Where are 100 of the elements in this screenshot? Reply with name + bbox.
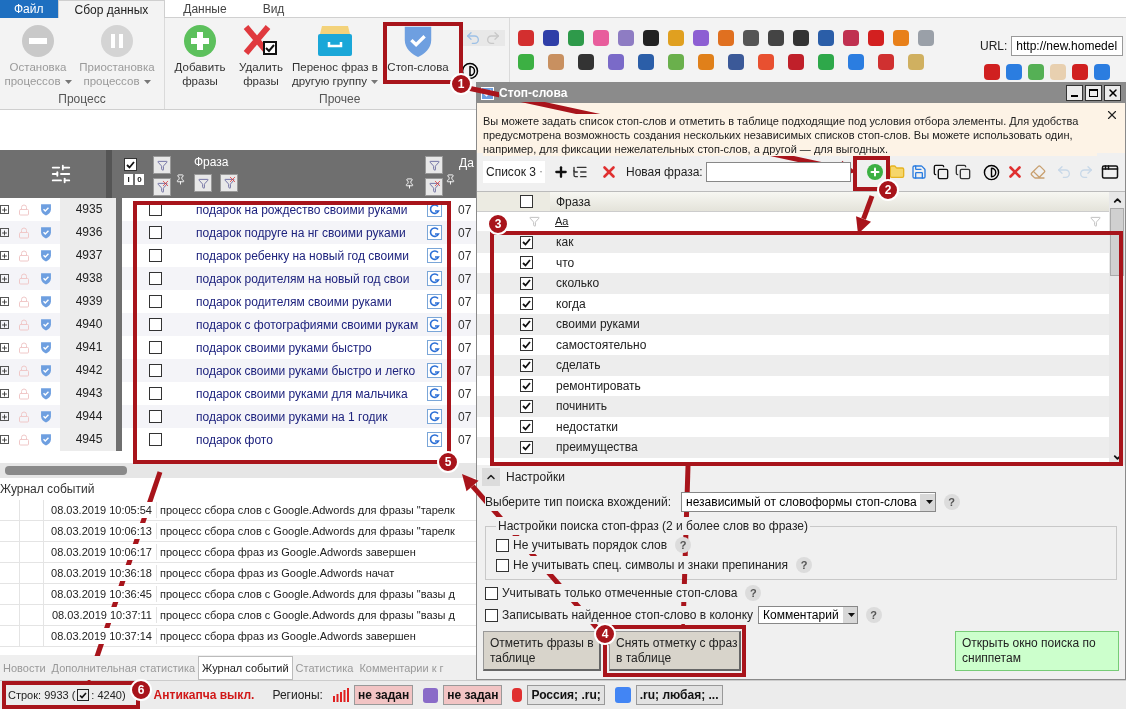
checkbox[interactable] (149, 364, 162, 377)
filter-icon[interactable] (153, 156, 171, 174)
ribbon-button[interactable]: Добавить фразы (169, 22, 231, 88)
checkbox[interactable] (520, 338, 533, 352)
expand-icon[interactable] (0, 389, 9, 398)
checkbox[interactable] (149, 387, 162, 400)
checkbox[interactable] (149, 318, 162, 331)
checkbox[interactable] (520, 297, 533, 311)
expand-icon[interactable] (0, 205, 9, 214)
ribbon-button[interactable]: Перенос фраз в другую группу (291, 22, 379, 88)
list-row[interactable]: починить (477, 396, 1109, 417)
menu-tab[interactable]: Файл (0, 0, 58, 18)
help-icon[interactable]: ? (865, 607, 882, 623)
checkbox[interactable] (520, 420, 533, 434)
tree-icon[interactable] (572, 164, 588, 180)
delete-icon[interactable] (600, 163, 618, 181)
save-icon[interactable] (911, 164, 927, 180)
mark-button[interactable]: 0 (135, 174, 144, 185)
tool-icon[interactable] (728, 54, 744, 70)
checkbox[interactable] (485, 586, 498, 600)
new-phrase-field[interactable] (706, 162, 851, 182)
expand-icon[interactable] (0, 366, 9, 375)
checkbox[interactable] (149, 410, 162, 423)
expand-icon[interactable] (0, 297, 9, 306)
region-tag[interactable]: Россия; .ru; (527, 685, 605, 705)
contrast-icon[interactable] (461, 62, 479, 80)
filter-clear-icon[interactable] (220, 174, 238, 192)
expand-icon[interactable] (0, 412, 9, 421)
settings-icon[interactable] (50, 163, 72, 185)
dialog-button[interactable]: Отметить фразы в таблице (483, 631, 601, 671)
help-icon[interactable]: ? (745, 585, 762, 601)
checkbox[interactable] (496, 558, 509, 572)
help-icon[interactable]: ? (943, 494, 960, 510)
column-select[interactable]: Комментарий (758, 606, 858, 624)
check-all-icon[interactable] (124, 158, 137, 171)
menu-tab[interactable]: Вид (244, 0, 303, 18)
menu-tab[interactable]: Данные (165, 0, 245, 18)
checkbox[interactable] (149, 295, 162, 308)
help-icon[interactable]: ? (796, 557, 813, 573)
select-all-checkbox[interactable] (520, 195, 533, 208)
table-row[interactable]: 4942 подарок своими руками быстро и легко 07 (0, 359, 476, 382)
table-row[interactable]: 4938 подарок родителям на новый год свои 07 (0, 267, 476, 290)
checkbox[interactable] (520, 276, 533, 290)
expand-icon[interactable] (0, 320, 9, 329)
minimize-button[interactable] (1066, 85, 1083, 101)
list-row[interactable]: сколько (477, 273, 1109, 294)
search-type-select[interactable]: независимый от словоформы стоп-слова (681, 492, 936, 512)
folder-icon[interactable] (889, 164, 905, 180)
filter-icon[interactable] (194, 174, 212, 192)
checkbox[interactable] (485, 608, 498, 622)
expand-icon[interactable] (0, 435, 9, 444)
tool-icon[interactable] (643, 30, 659, 46)
pin-icon[interactable] (404, 178, 415, 189)
scroll-thumb[interactable] (5, 466, 127, 475)
expand-icon[interactable] (0, 343, 9, 352)
checkbox[interactable] (520, 235, 533, 249)
tool-icon[interactable] (788, 54, 804, 70)
menu-tab[interactable]: Сбор данных (57, 0, 166, 18)
tool-icon[interactable] (793, 30, 809, 46)
filter-clear-icon[interactable] (153, 178, 171, 196)
checkbox[interactable] (149, 341, 162, 354)
pin-icon[interactable] (445, 174, 456, 185)
tool-icon[interactable] (818, 30, 834, 46)
checkbox[interactable] (520, 399, 533, 413)
settings-toggle[interactable]: Настройки (482, 468, 565, 486)
expand-icon[interactable] (0, 274, 9, 283)
checkbox[interactable] (520, 317, 533, 331)
list-row[interactable]: сделать (477, 355, 1109, 376)
expand-icon[interactable] (0, 228, 9, 237)
window-icon[interactable] (1101, 163, 1119, 181)
checkbox[interactable] (149, 272, 162, 285)
ribbon-button[interactable]: Удалить фразы (233, 22, 289, 88)
copy-icon[interactable] (955, 164, 971, 180)
filter-icon[interactable] (425, 156, 443, 174)
eraser-icon[interactable] (1030, 164, 1046, 180)
checkbox[interactable] (149, 433, 162, 446)
panel-tab[interactable]: Журнал событий (198, 656, 293, 680)
mark-button[interactable]: I (124, 174, 133, 185)
checkbox[interactable] (149, 226, 162, 239)
ribbon-button[interactable]: Стоп-слова (381, 22, 455, 74)
checkbox[interactable] (520, 256, 533, 270)
table-row[interactable]: 4940 подарок с фотографиями своими рукам 07 (0, 313, 476, 336)
copy-icon[interactable] (933, 164, 949, 180)
pin-icon[interactable] (175, 174, 186, 185)
tool-icon[interactable] (743, 30, 759, 46)
contrast-icon[interactable] (983, 163, 1000, 181)
expand-icon[interactable] (0, 251, 9, 260)
close-icon[interactable] (1105, 108, 1119, 122)
table-row[interactable]: 4936 подарок подруге на нг своими руками 07 (0, 221, 476, 244)
tool-icon[interactable] (543, 30, 559, 46)
tool-icon[interactable] (768, 30, 784, 46)
list-row[interactable]: преимущества (477, 437, 1109, 458)
checkbox[interactable] (496, 538, 509, 552)
add-icon[interactable] (553, 164, 569, 180)
list-select[interactable]: Список 3 (483, 161, 545, 183)
checkbox[interactable] (520, 440, 533, 454)
region-tag[interactable]: не задан (443, 685, 503, 705)
checkbox[interactable] (520, 379, 533, 393)
table-row[interactable]: 4944 подарок своими руками на 1 годик 07 (0, 405, 476, 428)
tool-icon[interactable] (578, 54, 594, 70)
